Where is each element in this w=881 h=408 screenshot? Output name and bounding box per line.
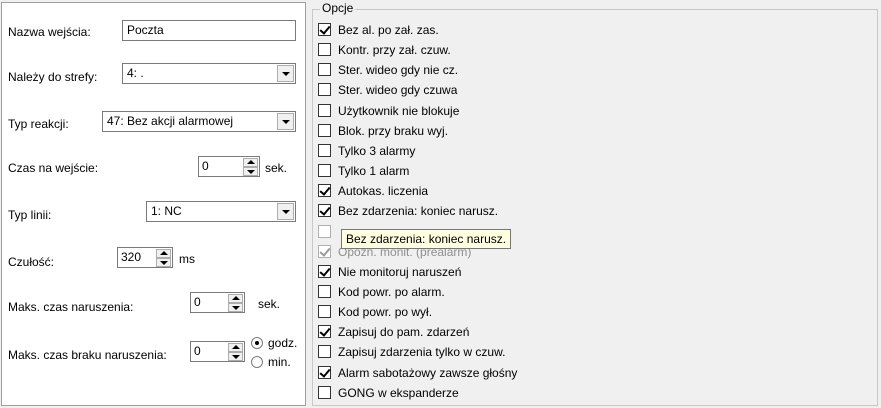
entry-time-label: Czas na wejście: [8,161,99,175]
option-label: Kontr. przy zał. czuw. [338,43,451,57]
option-checkbox[interactable] [318,63,331,76]
spin-down-icon[interactable] [228,352,243,361]
input-name-label: Nazwa wejścia: [8,25,91,39]
radio-hours-label: godz. [268,336,298,350]
option-label: Autokas. liczenia [338,184,429,198]
option-checkbox[interactable] [318,204,331,217]
reaction-type-select[interactable]: 47: Bez akcji alarmowej [102,111,296,132]
line-type-select[interactable]: 1: NC [146,201,296,222]
spin-down-icon[interactable] [156,258,171,267]
option-checkbox[interactable] [318,366,331,379]
option-checkbox[interactable] [318,23,331,36]
chevron-down-icon[interactable] [277,113,294,130]
option-label: Ster. wideo gdy nie cz. [338,63,459,77]
option-label: Ster. wideo gdy czuwa [338,83,458,97]
reaction-type-label: Typ reakcji: [8,117,69,131]
zone-label: Należy do strefy: [8,70,98,84]
option-label: Zapisuj zdarzenia tylko w czuw. [338,345,506,359]
sensitivity-stepper[interactable]: 320 [117,247,173,268]
entry-time-unit: sek. [265,161,288,175]
line-type-value: 1: NC [151,204,182,218]
sensitivity-label: Czułość: [8,255,55,269]
spin-down-icon[interactable] [228,303,243,312]
option-label: Kod powr. po wył. [338,305,433,319]
radio-minutes[interactable] [251,356,263,368]
option-checkbox[interactable] [318,144,331,157]
option-checkbox[interactable] [318,325,331,338]
option-checkbox[interactable] [318,104,331,117]
option-label: Blok. przy braku wyj. [338,124,449,138]
entry-time-stepper[interactable]: 0 [198,156,260,177]
max-no-violation-label: Maks. czas braku naruszenia: [8,348,167,362]
max-violation-label: Maks. czas naruszenia: [8,300,134,314]
sensitivity-value: 320 [121,250,142,264]
option-checkbox[interactable] [318,83,331,96]
option-checkbox[interactable] [318,164,331,177]
option-label: Nie monitoruj naruszeń [338,265,462,279]
option-checkbox[interactable] [318,386,331,399]
option-label: Użytkownik nie blokuje [338,104,460,118]
spin-up-icon[interactable] [243,158,258,167]
option-checkbox[interactable] [318,345,331,358]
radio-hours[interactable] [251,337,263,349]
options-title: Opcje [320,1,356,15]
spin-down-icon[interactable] [243,167,258,176]
option-label: Kod powr. po alarm. [338,285,445,299]
radio-minutes-label: min. [268,355,291,369]
option-label: Tylko 3 alarmy [338,144,416,158]
sensitivity-unit: ms [179,252,195,266]
chevron-down-icon[interactable] [277,65,294,82]
entry-time-value: 0 [202,159,209,173]
input-name-field[interactable]: Poczta [122,20,296,41]
line-type-label: Typ linii: [8,208,52,222]
zone-select[interactable]: 4: . [122,63,296,84]
chevron-down-icon[interactable] [277,203,294,220]
option-checkbox[interactable] [318,285,331,298]
zone-select-value: 4: . [127,66,144,80]
option-checkbox[interactable] [318,245,331,258]
option-label: GONG w ekspanderze [338,386,459,400]
option-checkbox[interactable] [318,305,331,318]
spin-up-icon[interactable] [156,249,171,258]
reaction-type-value: 47: Bez akcji alarmowej [107,114,234,128]
max-violation-unit: sek. [258,297,281,311]
max-violation-stepper[interactable]: 0 [190,292,245,313]
option-label: Alarm sabotażowy zawsze głośny [338,366,518,380]
option-checkbox[interactable] [318,225,331,238]
option-checkbox[interactable] [318,265,331,278]
tooltip: Bez zdarzenia: koniec narusz. [341,229,512,249]
spin-up-icon[interactable] [228,294,243,303]
option-label: Tylko 1 alarm [338,164,410,178]
option-label: Bez al. po zał. zas. [338,23,439,37]
max-no-violation-stepper[interactable]: 0 [190,341,245,362]
option-label: Bez zdarzenia: koniec narusz. [338,204,499,218]
max-violation-value: 0 [194,295,201,309]
option-label: Zapisuj do pam. zdarzeń [338,325,470,339]
option-checkbox[interactable] [318,43,331,56]
option-checkbox[interactable] [318,184,331,197]
spin-up-icon[interactable] [228,343,243,352]
option-checkbox[interactable] [318,124,331,137]
max-no-violation-value: 0 [194,344,201,358]
